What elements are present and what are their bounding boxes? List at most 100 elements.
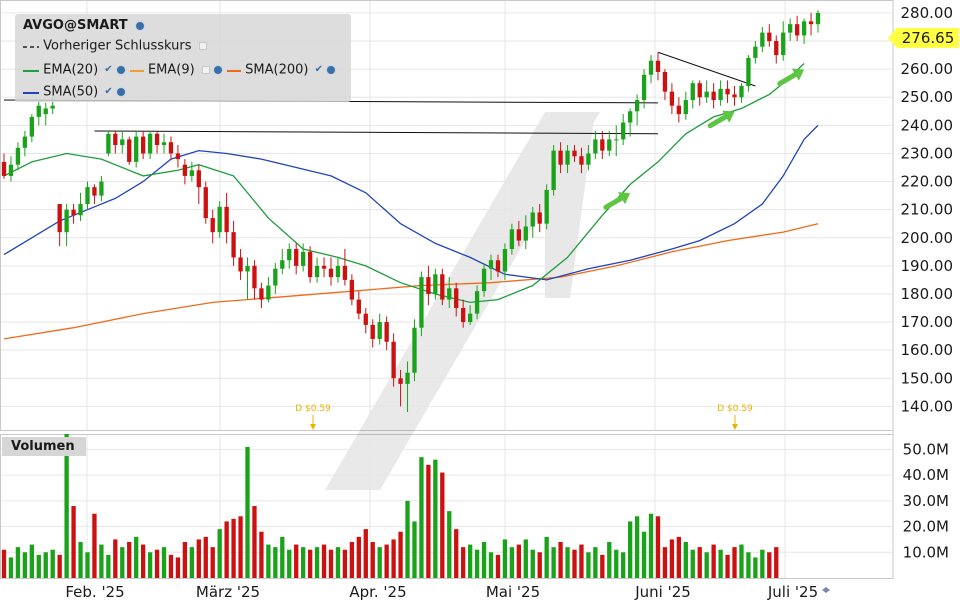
candle-body [273, 268, 278, 286]
check-icon[interactable]: ✔ [104, 84, 112, 100]
candle-body [655, 60, 661, 72]
candle-body [43, 108, 48, 115]
volume-bar [697, 547, 702, 578]
candle-body [224, 206, 229, 233]
volume-bar [78, 542, 83, 578]
volume-bar [544, 536, 549, 578]
price-tick-label: 160.00 [901, 341, 954, 359]
volume-bar [252, 506, 257, 578]
candle-body [544, 189, 549, 224]
candle-body [8, 164, 14, 176]
candle-body [426, 277, 431, 294]
legend-sma200: SMA(200) [245, 62, 309, 78]
volume-bar [266, 544, 271, 578]
volume-bar [419, 457, 424, 578]
dashed-line-icon [23, 38, 39, 54]
volume-bar [579, 544, 584, 578]
volume-bar [718, 549, 723, 578]
candle-body [182, 164, 188, 176]
candle-body [259, 288, 264, 300]
volume-bar [140, 544, 146, 578]
check-icon[interactable]: ✔ [104, 62, 112, 78]
check-icon[interactable]: ✔ [315, 62, 323, 78]
price-tick-label: 260.00 [901, 60, 954, 78]
candle-body [634, 100, 640, 112]
toggle-square-icon[interactable] [198, 42, 207, 50]
volume-bar [99, 544, 104, 578]
price-tick-label: 150.00 [901, 369, 954, 387]
candle-body [669, 91, 675, 106]
settings-dot-icon[interactable] [115, 65, 126, 75]
candle-body [753, 46, 758, 58]
candle-body [342, 265, 348, 280]
candle-body [147, 133, 153, 154]
legend-symbol-row: AVGO@SMART [23, 18, 146, 34]
toggle-square-icon[interactable] [201, 66, 210, 74]
candle [127, 136, 132, 165]
candle-body [676, 105, 682, 115]
candle-body [168, 142, 174, 154]
candle-body [321, 265, 327, 269]
volume-bar [189, 547, 195, 578]
volume-bar [134, 536, 139, 578]
candle-body [266, 285, 271, 300]
volume-bar [113, 539, 118, 578]
volume-bar [147, 552, 153, 578]
candle-body [537, 212, 542, 224]
volume-bar [328, 549, 334, 578]
candle-body [140, 136, 146, 154]
candle-body [614, 139, 619, 141]
volume-bar [412, 521, 417, 578]
settings-dot-icon[interactable] [212, 65, 223, 75]
candle-body [648, 60, 654, 75]
volume-bar [551, 547, 556, 578]
volume-bar [467, 544, 473, 578]
volume-bar [572, 549, 577, 578]
volume-bar [307, 549, 313, 578]
candle-body [398, 378, 403, 384]
candle-body [593, 139, 598, 154]
price-tick-label: 250.00 [901, 88, 954, 106]
volume-bar [481, 542, 487, 578]
scroll-marker-icon [826, 587, 830, 593]
volume-bar [377, 547, 382, 578]
candle-body [134, 136, 139, 162]
candle-body [732, 94, 737, 98]
candle [544, 184, 549, 230]
candle-body [1, 161, 7, 176]
candle-body [697, 83, 702, 98]
candle-body [57, 204, 62, 233]
volume-bar [398, 531, 403, 578]
volume-bar [530, 549, 535, 578]
candle-body [405, 372, 410, 384]
volume-bar [725, 554, 730, 578]
settings-dot-icon[interactable] [326, 65, 336, 75]
candle-body [767, 32, 772, 42]
candle-body [794, 24, 800, 36]
candle-body [467, 313, 473, 323]
candle-body [412, 327, 417, 373]
x-tick-label: Juli '25 [767, 583, 818, 600]
volume-bar [662, 547, 668, 578]
volume-bar [537, 552, 542, 578]
candle-body [85, 187, 90, 205]
candle-body [391, 341, 396, 379]
volume-bar [614, 549, 619, 578]
volume-bar [767, 552, 772, 578]
volume-tick-label: 40.0M [903, 466, 949, 484]
candle-body [509, 229, 515, 250]
volume-bar [210, 547, 215, 578]
price-tick-label: 230.00 [901, 144, 954, 162]
candle-body [516, 229, 521, 241]
volume-bar [175, 557, 181, 578]
settings-dot-icon[interactable] [115, 87, 126, 97]
candle-body [106, 133, 111, 154]
candle-body [690, 83, 695, 101]
scroll-marker-icon [822, 587, 826, 593]
volume-bar [106, 554, 111, 578]
settings-dot-icon[interactable] [135, 20, 146, 31]
candle-body [502, 249, 508, 272]
volume-bar [15, 547, 21, 578]
candle-body [92, 187, 97, 196]
candle-body [294, 249, 299, 266]
